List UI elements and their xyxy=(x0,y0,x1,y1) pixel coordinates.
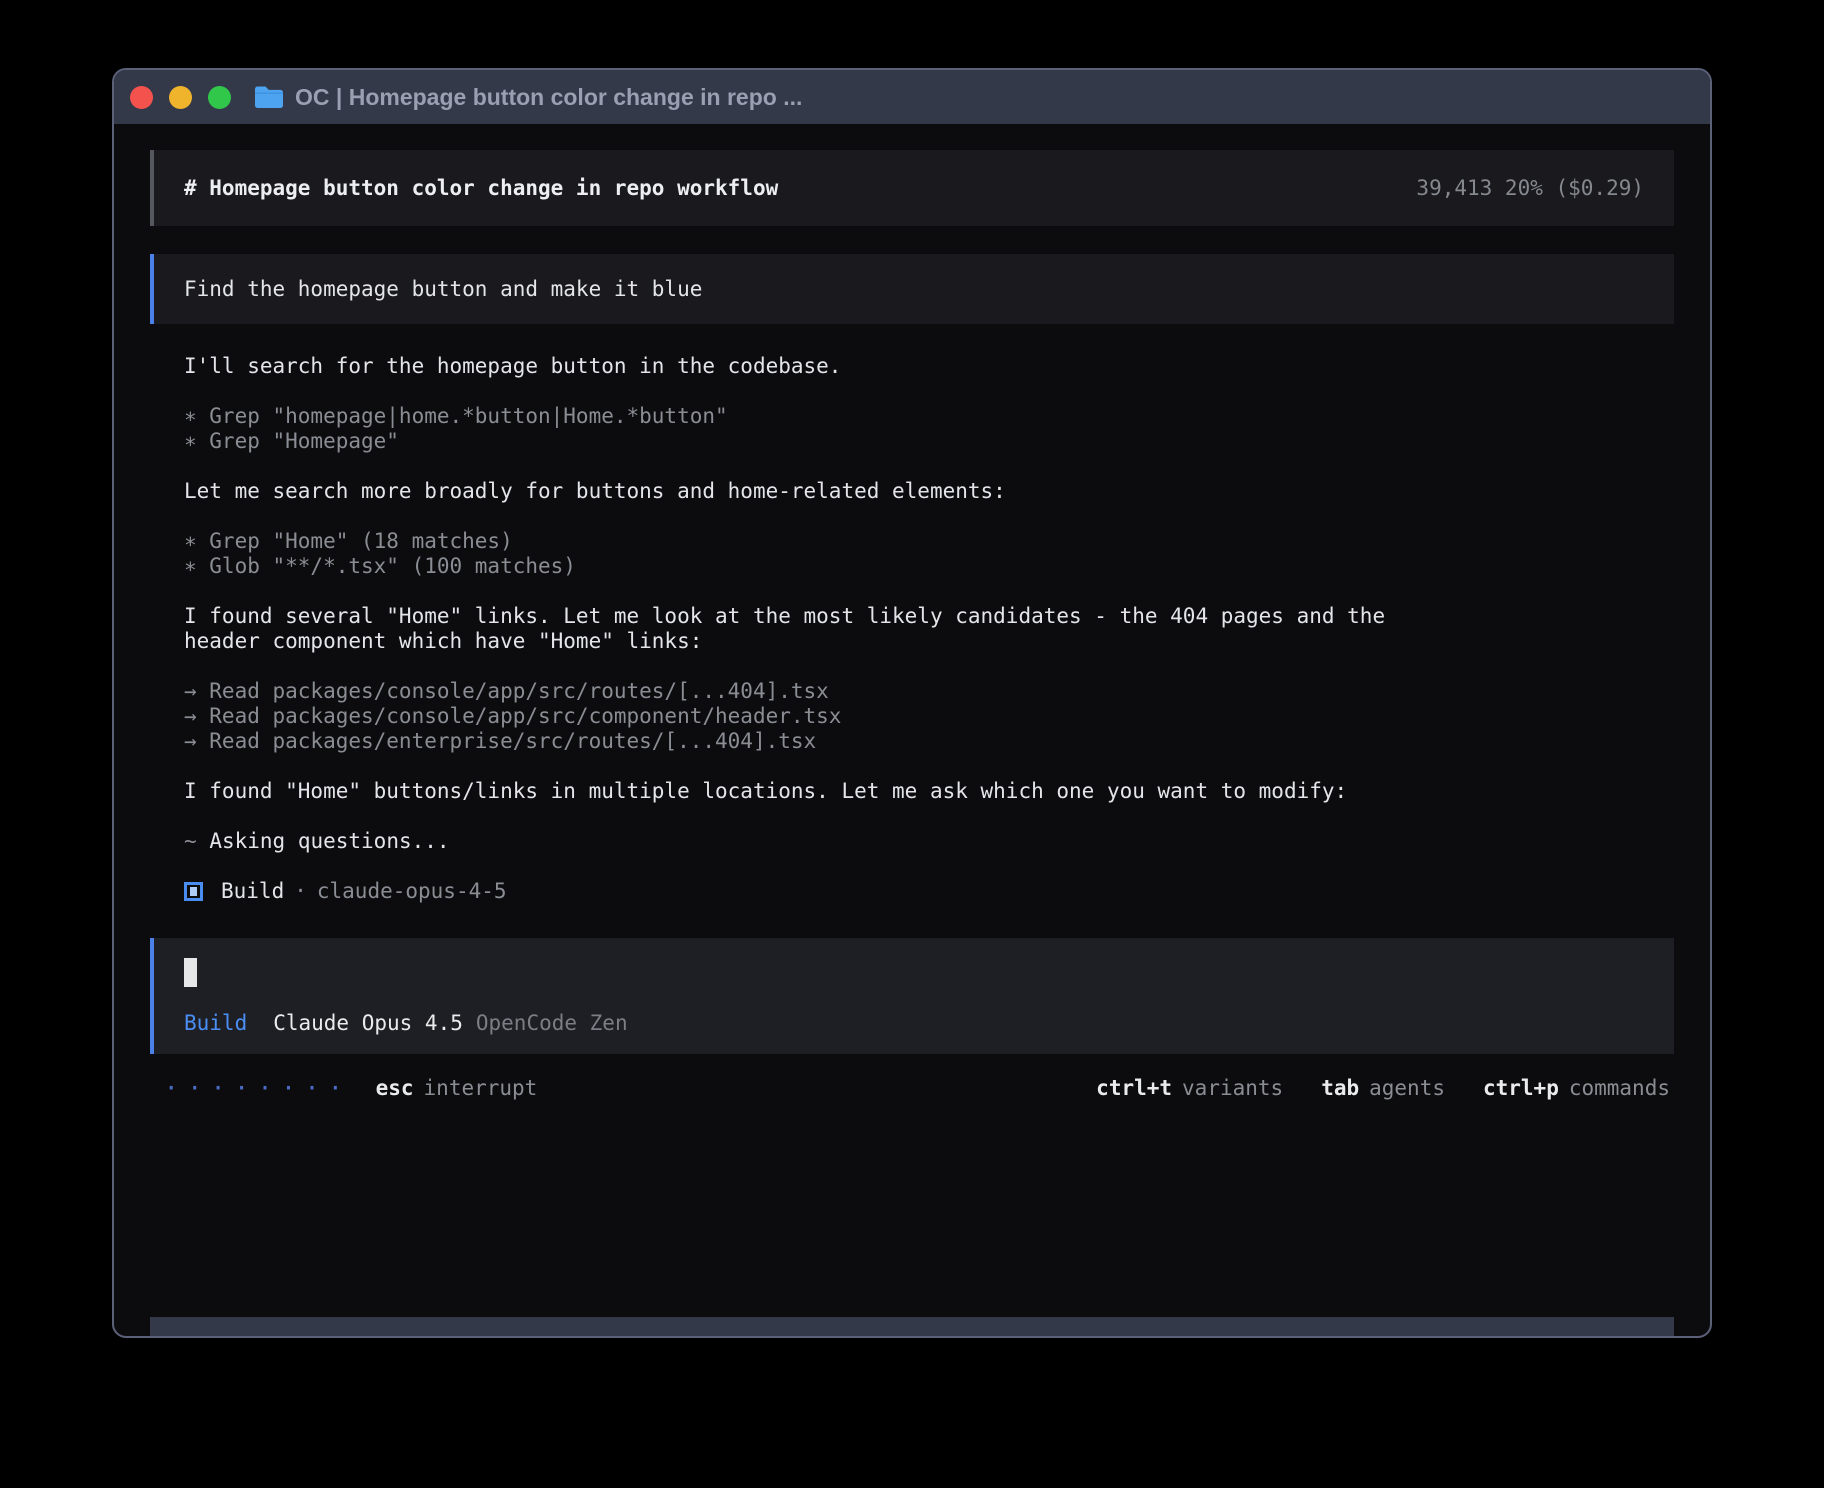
ctrl-p-key: ctrl+p xyxy=(1483,1076,1559,1101)
agents-label: agents xyxy=(1369,1076,1445,1101)
session-stats: 39,413 20% ($0.29) xyxy=(1416,176,1644,201)
tool-call-grep: ∗ Grep "homepage|home.*button|Home.*butt… xyxy=(184,404,1674,429)
assistant-paragraph: Let me search more broadly for buttons a… xyxy=(184,479,1448,504)
agent-icon xyxy=(184,882,203,901)
hint-agents: tab agents xyxy=(1321,1076,1445,1101)
minimize-button[interactable] xyxy=(169,86,192,109)
prompt-input[interactable]: Build Claude Opus 4.5 OpenCode Zen xyxy=(150,938,1674,1054)
status-text: Asking questions... xyxy=(209,829,449,853)
user-message: Find the homepage button and make it blu… xyxy=(150,254,1674,324)
agent-badge: Build · claude-opus-4-5 xyxy=(184,879,1674,904)
ctrl-t-key: ctrl+t xyxy=(1096,1076,1172,1101)
tool-call-group: → Read packages/console/app/src/routes/[… xyxy=(184,679,1674,754)
assistant-transcript: I'll search for the homepage button in t… xyxy=(150,354,1674,926)
assistant-paragraph: I found "Home" buttons/links in multiple… xyxy=(184,779,1448,804)
input-meta: Build Claude Opus 4.5 OpenCode Zen xyxy=(184,1011,1644,1036)
titlebar[interactable]: OC | Homepage button color change in rep… xyxy=(114,70,1710,124)
status-bar: ········ esc interrupt ctrl+t variants t… xyxy=(150,1076,1674,1101)
tool-call-group: ∗ Grep "homepage|home.*button|Home.*butt… xyxy=(184,404,1674,454)
tool-call-read: → Read packages/enterprise/src/routes/[.… xyxy=(184,729,1674,754)
status-prefix: ~ xyxy=(184,829,197,853)
tool-call-read: → Read packages/console/app/src/componen… xyxy=(184,704,1674,729)
assistant-paragraph: I'll search for the homepage button in t… xyxy=(184,354,1448,379)
session-header: # Homepage button color change in repo w… xyxy=(150,150,1674,226)
tab-key: tab xyxy=(1321,1076,1359,1101)
session-title: # Homepage button color change in repo w… xyxy=(184,176,778,201)
tool-call-grep: ∗ Grep "Home" (18 matches) xyxy=(184,529,1674,554)
close-button[interactable] xyxy=(130,86,153,109)
terminal-content: # Homepage button color change in repo w… xyxy=(114,124,1710,1336)
variants-label: variants xyxy=(1182,1076,1283,1101)
working-status: ~ Asking questions... xyxy=(184,829,1674,854)
agent-model: claude-opus-4-5 xyxy=(317,879,507,904)
agent-name: Build xyxy=(221,879,284,904)
terminal-window: OC | Homepage button color change in rep… xyxy=(112,68,1712,1338)
assistant-paragraph: I found several "Home" links. Let me loo… xyxy=(184,604,1448,654)
traffic-lights xyxy=(130,86,231,109)
model-indicator[interactable]: Claude Opus 4.5 xyxy=(273,1011,463,1036)
hint-commands: ctrl+p commands xyxy=(1483,1076,1670,1101)
hint-group: ctrl+t variants tab agents ctrl+p comman… xyxy=(1096,1076,1670,1101)
tool-call-glob: ∗ Glob "**/*.tsx" (100 matches) xyxy=(184,554,1674,579)
tool-call-grep: ∗ Grep "Homepage" xyxy=(184,429,1674,454)
esc-label: interrupt xyxy=(424,1076,538,1101)
provider-indicator: OpenCode Zen xyxy=(476,1011,628,1036)
dot-separator-icon: · xyxy=(294,879,307,904)
zoom-button[interactable] xyxy=(208,86,231,109)
hint-variants: ctrl+t variants xyxy=(1096,1076,1283,1101)
window-bottom-bar xyxy=(150,1317,1674,1336)
commands-label: commands xyxy=(1569,1076,1670,1101)
window-title: OC | Homepage button color change in rep… xyxy=(295,84,802,111)
text-cursor xyxy=(184,958,197,987)
spinner-dots-icon: ········ xyxy=(164,1076,352,1101)
tool-call-read: → Read packages/console/app/src/routes/[… xyxy=(184,679,1674,704)
esc-key: esc xyxy=(376,1076,414,1101)
user-message-text: Find the homepage button and make it blu… xyxy=(184,277,702,302)
folder-icon xyxy=(253,85,283,109)
tool-call-group: ∗ Grep "Home" (18 matches) ∗ Glob "**/*.… xyxy=(184,529,1674,579)
hint-interrupt: esc interrupt xyxy=(376,1076,538,1101)
mode-indicator[interactable]: Build xyxy=(184,1011,247,1036)
